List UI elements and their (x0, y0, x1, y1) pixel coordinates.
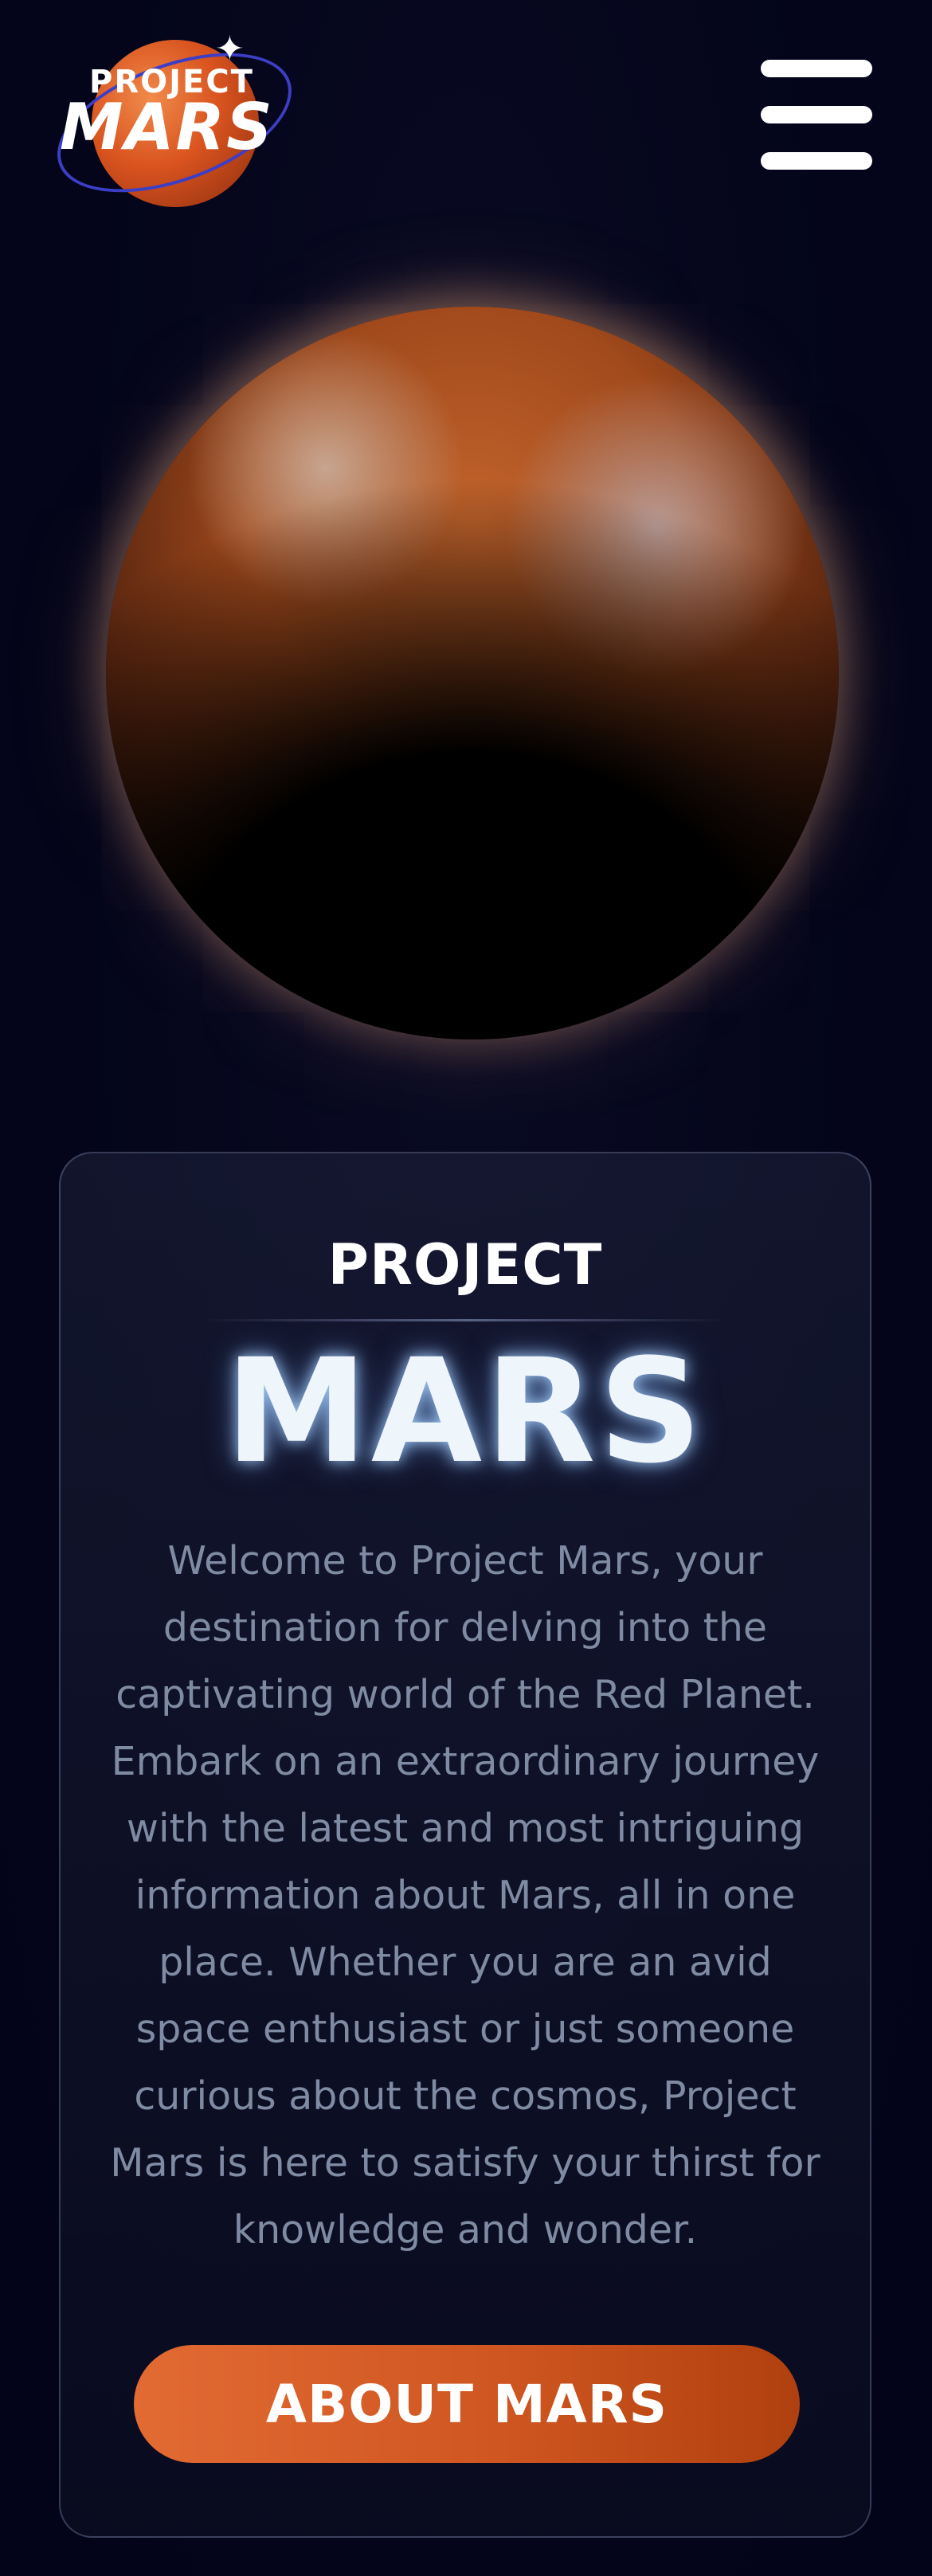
menu-bar (761, 60, 872, 77)
logo-text-main: MARS (60, 90, 274, 164)
about-mars-button[interactable]: ABOUT MARS (134, 2345, 800, 2463)
page: ✦ PROJECT MARS PROJECT MARS Welcome to P… (0, 0, 932, 2576)
menu-bar (761, 152, 872, 170)
card-description: Welcome to Project Mars, your destinatio… (110, 1538, 820, 2253)
divider (204, 1319, 726, 1321)
card-subtitle: PROJECT (327, 1232, 603, 1298)
project-mars-logo[interactable]: ✦ PROJECT MARS (38, 25, 311, 221)
intro-card: PROJECT MARS Welcome to Project Mars, yo… (59, 1152, 871, 2538)
hamburger-menu-icon[interactable] (757, 60, 876, 171)
menu-bar (761, 106, 872, 123)
card-title: MARS (225, 1329, 706, 1495)
mars-planet-image (106, 307, 839, 1039)
sparkle-icon: ✦ (215, 29, 245, 69)
